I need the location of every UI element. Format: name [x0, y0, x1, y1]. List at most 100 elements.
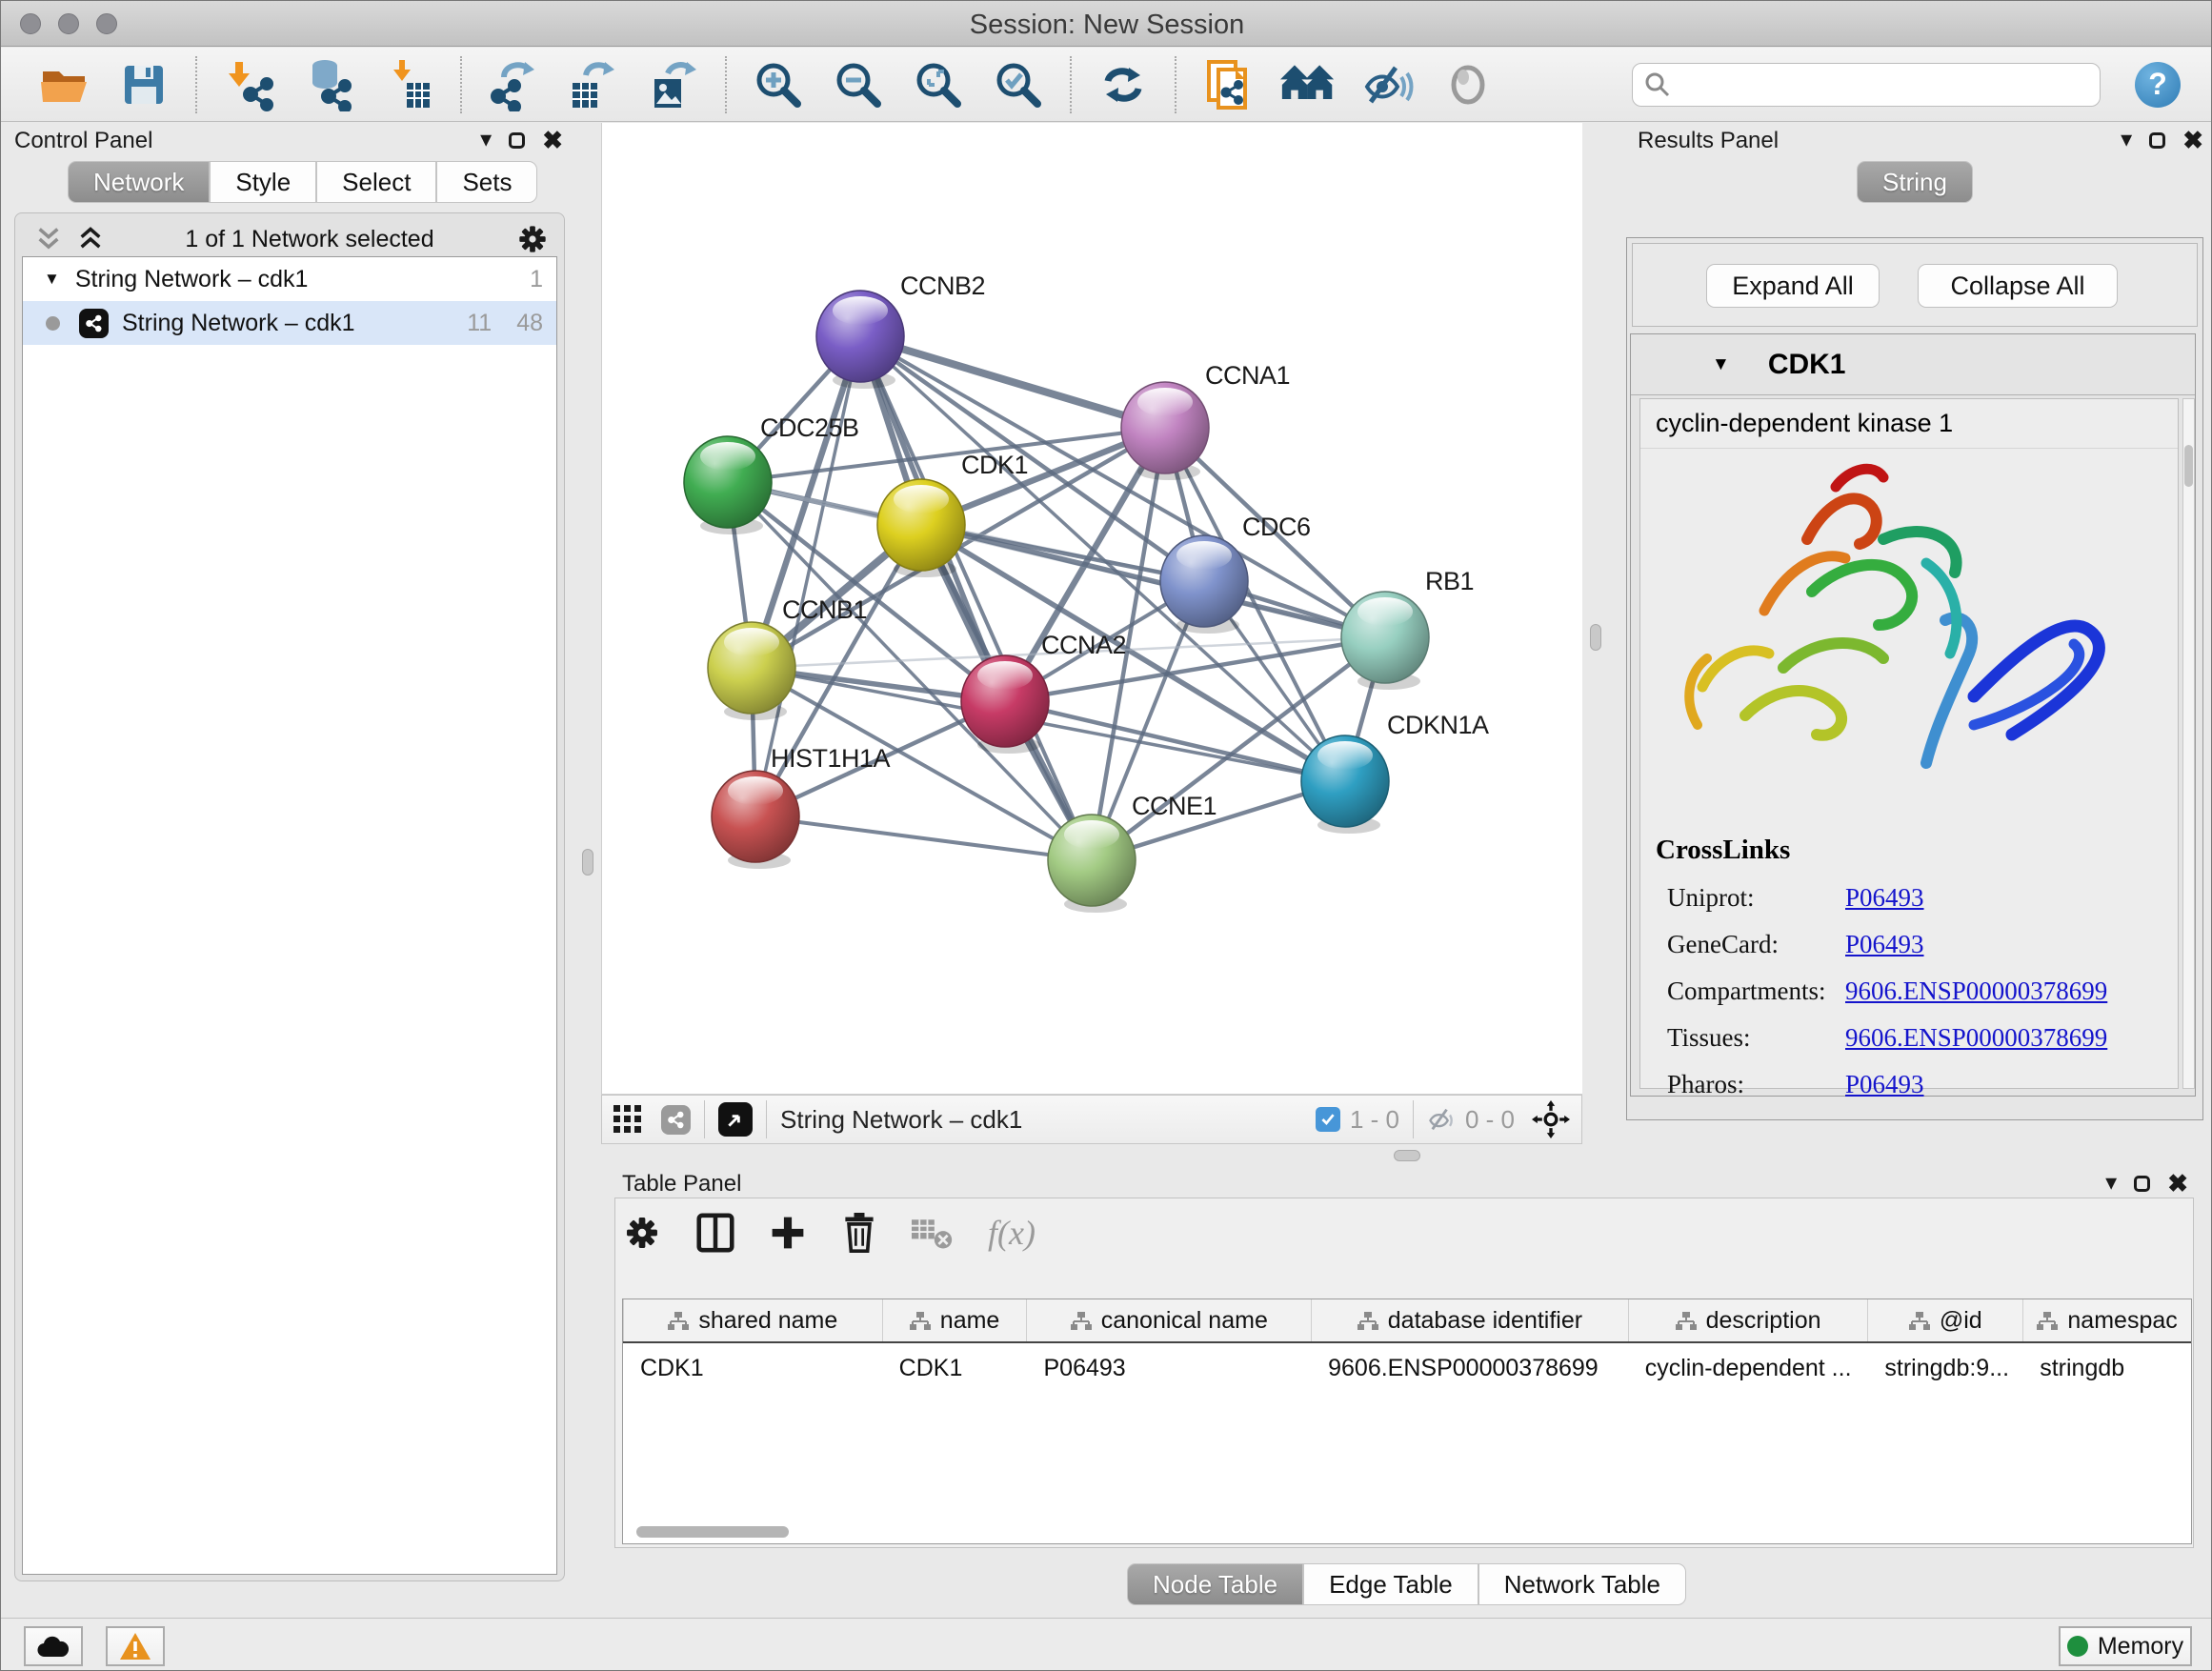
- table-cell[interactable]: cyclin-dependent ...: [1628, 1343, 1868, 1393]
- export-image-icon[interactable]: [646, 57, 701, 112]
- hide-selected-eye-icon[interactable]: [1360, 57, 1416, 112]
- tab-select[interactable]: Select: [316, 161, 436, 203]
- network-canvas[interactable]: CCNB2CCNA1CDC25BCDK1CDC6RB1CCNB1CCNA2CDK…: [601, 123, 1582, 1095]
- table-horizontal-scrollbar[interactable]: [623, 1526, 2191, 1540]
- crosslink-row: Tissues: 9606.ENSP00000378699: [1640, 1023, 2178, 1053]
- cloud-status-button[interactable]: [24, 1626, 83, 1666]
- column-header-shared-name[interactable]: shared name: [623, 1299, 882, 1341]
- node-table-data-row[interactable]: CDK1CDK1P064939606.ENSP00000378699cyclin…: [623, 1343, 2191, 1393]
- add-column-icon[interactable]: [769, 1214, 807, 1252]
- table-cell[interactable]: CDK1: [623, 1343, 882, 1393]
- column-header-namespac[interactable]: namespac: [2022, 1299, 2191, 1341]
- network-view-title: String Network – cdk1: [780, 1105, 1316, 1135]
- hierarchy-icon: [668, 1312, 689, 1330]
- network-tree: ▼ String Network – cdk1 1 String Network…: [22, 256, 557, 1575]
- tab-node-table[interactable]: Node Table: [1127, 1563, 1303, 1605]
- grid-view-icon[interactable]: [613, 1105, 642, 1134]
- network-options-gear-icon[interactable]: [515, 222, 550, 256]
- string-network-graph[interactable]: CCNB2CCNA1CDC25BCDK1CDC6RB1CCNB1CCNA2CDK…: [602, 123, 1583, 1095]
- table-cell[interactable]: CDK1: [882, 1343, 1027, 1393]
- tab-network[interactable]: Network: [68, 161, 210, 203]
- navigate-crosshair-icon[interactable]: [1532, 1100, 1570, 1138]
- tab-string[interactable]: String: [1857, 161, 1973, 203]
- network-tree-child-row[interactable]: String Network – cdk1 11 48: [23, 301, 556, 345]
- collapse-all-button[interactable]: Collapse All: [1918, 264, 2118, 308]
- title-bar: Session: New Session: [1, 1, 2212, 47]
- protein-collapse-icon[interactable]: ▼: [1712, 354, 1730, 375]
- table-panel-float-icon[interactable]: [2134, 1176, 2150, 1192]
- crosslink-link[interactable]: P06493: [1845, 1070, 1924, 1099]
- selected-checkbox-icon[interactable]: [1316, 1107, 1340, 1132]
- zoom-out-icon[interactable]: [831, 57, 886, 112]
- network-tree-root-row[interactable]: ▼ String Network – cdk1 1: [23, 257, 556, 301]
- refresh-icon[interactable]: [1096, 57, 1151, 112]
- crosslink-link[interactable]: 9606.ENSP00000378699: [1845, 1023, 2107, 1053]
- delete-table-icon[interactable]: [912, 1216, 954, 1250]
- control-panel-collapse-icon[interactable]: ▾: [480, 129, 492, 151]
- table-cell[interactable]: stringdb: [2022, 1343, 2191, 1393]
- table-panel-close-icon[interactable]: ✖: [2167, 1171, 2188, 1196]
- function-builder-icon[interactable]: f(x): [988, 1213, 1036, 1253]
- help-button[interactable]: ?: [2135, 62, 2181, 108]
- tree-collapse-icon[interactable]: ▼: [44, 270, 60, 289]
- network-share-icon[interactable]: [661, 1105, 691, 1135]
- export-network-icon[interactable]: [486, 57, 541, 112]
- zoom-fit-icon[interactable]: [911, 57, 966, 112]
- clone-network-icon[interactable]: [1200, 57, 1256, 112]
- column-header--id[interactable]: @id: [1867, 1299, 2022, 1341]
- expand-all-button[interactable]: Expand All: [1706, 264, 1880, 308]
- delete-column-icon[interactable]: [841, 1213, 877, 1253]
- results-scrollbar[interactable]: [2182, 398, 2195, 1089]
- open-session-icon[interactable]: [36, 57, 91, 112]
- search-icon: [1644, 71, 1671, 98]
- birdseye-view-icon[interactable]: [718, 1102, 753, 1137]
- tab-style[interactable]: Style: [210, 161, 316, 203]
- splitter-handle[interactable]: [1590, 624, 1601, 651]
- column-header-description[interactable]: description: [1628, 1299, 1868, 1341]
- protein-card-header[interactable]: ▼ CDK1: [1631, 334, 2195, 395]
- warnings-button[interactable]: [106, 1626, 165, 1666]
- tab-network-table[interactable]: Network Table: [1478, 1563, 1686, 1605]
- table-panel-collapse-icon[interactable]: ▾: [2105, 1172, 2117, 1195]
- show-columns-icon[interactable]: [696, 1213, 734, 1253]
- zoom-selected-icon[interactable]: [991, 57, 1046, 112]
- column-header-name[interactable]: name: [882, 1299, 1027, 1341]
- import-network-database-icon[interactable]: [301, 57, 356, 112]
- results-scrollbar-thumb[interactable]: [2184, 445, 2193, 487]
- control-panel-float-icon[interactable]: [509, 132, 525, 149]
- tab-sets[interactable]: Sets: [436, 161, 537, 203]
- table-options-gear-icon[interactable]: [622, 1213, 662, 1253]
- save-session-icon[interactable]: [116, 57, 171, 112]
- crosslink-link[interactable]: 9606.ENSP00000378699: [1845, 976, 2107, 1006]
- control-panel-header: Control Panel ▾ ✖: [14, 128, 571, 154]
- table-scrollbar-thumb[interactable]: [636, 1526, 789, 1538]
- splitter-handle[interactable]: [1394, 1150, 1420, 1161]
- expand-all-chevrons-icon[interactable]: [35, 226, 62, 252]
- table-cell[interactable]: stringdb:9...: [1867, 1343, 2022, 1393]
- results-panel-float-icon[interactable]: [2149, 132, 2165, 149]
- hidden-eye-icon[interactable]: [1427, 1106, 1458, 1133]
- table-cell[interactable]: P06493: [1027, 1343, 1312, 1393]
- toolbar-separator: [460, 56, 462, 113]
- import-network-file-icon[interactable]: [221, 57, 276, 112]
- results-panel-collapse-icon[interactable]: ▾: [2121, 129, 2132, 151]
- results-panel-close-icon[interactable]: ✖: [2182, 128, 2203, 152]
- column-header-canonical-name[interactable]: canonical name: [1026, 1299, 1311, 1341]
- zoom-in-icon[interactable]: [751, 57, 806, 112]
- tab-edge-table[interactable]: Edge Table: [1303, 1563, 1478, 1605]
- import-table-icon[interactable]: [381, 57, 436, 112]
- crosslink-label: Compartments:: [1640, 976, 1845, 1006]
- export-table-icon[interactable]: [566, 57, 621, 112]
- crosslink-link[interactable]: P06493: [1845, 930, 1924, 959]
- column-header-database-identifier[interactable]: database identifier: [1311, 1299, 1628, 1341]
- memory-button[interactable]: Memory: [2059, 1626, 2192, 1666]
- search-input[interactable]: [1632, 63, 2101, 107]
- crosslink-link[interactable]: P06493: [1845, 883, 1924, 913]
- show-all-eye-icon[interactable]: [1440, 57, 1496, 112]
- collapse-all-label: Collapse All: [1950, 272, 2084, 301]
- collapse-all-chevrons-icon[interactable]: [77, 226, 104, 252]
- control-panel-close-icon[interactable]: ✖: [542, 128, 563, 152]
- splitter-handle[interactable]: [582, 849, 593, 876]
- table-cell[interactable]: 9606.ENSP00000378699: [1311, 1343, 1628, 1393]
- home-icon[interactable]: [1280, 57, 1336, 112]
